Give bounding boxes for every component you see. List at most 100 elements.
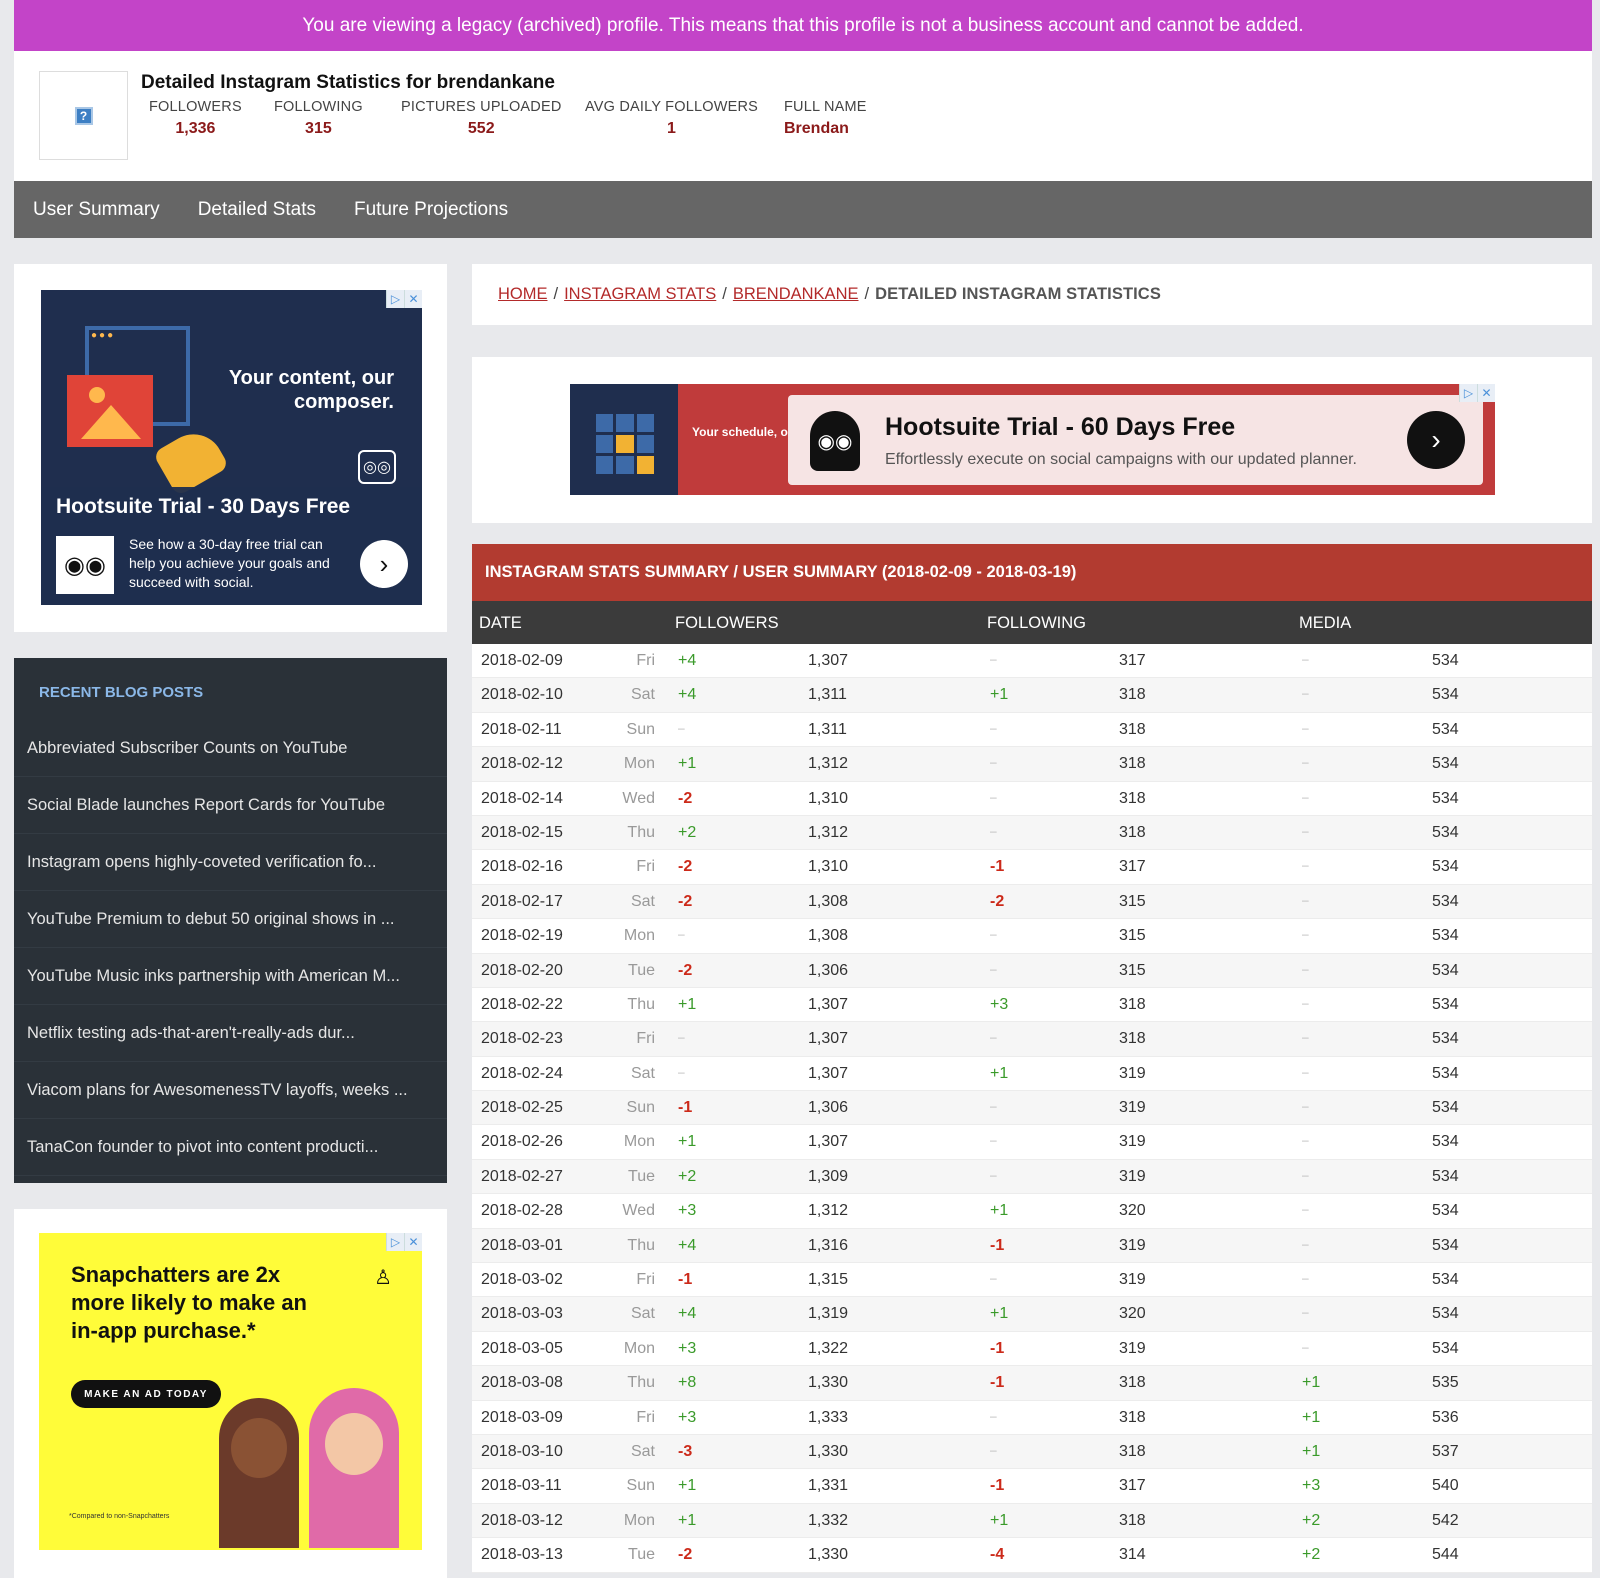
blog-post-link[interactable]: Instagram opens highly-coveted verificat… [14, 834, 447, 891]
ad-cta-button[interactable]: › [1407, 411, 1465, 469]
media-delta: +2 [1302, 1511, 1321, 1529]
following-total: 318 [1119, 1511, 1146, 1529]
following-delta: – [990, 652, 997, 666]
followers-total: 1,330 [808, 1374, 849, 1392]
row-day: Tue [628, 961, 655, 979]
followers-total: 1,307 [808, 652, 849, 669]
followers-total: 1,332 [808, 1511, 849, 1529]
followers-delta: +1 [678, 1477, 697, 1495]
breadcrumb: HOME / INSTAGRAM STATS / BRENDANKANE / D… [472, 264, 1592, 325]
row-date: 2018-02-19 [481, 927, 563, 945]
media-delta: – [1302, 823, 1309, 838]
media-total: 534 [1432, 927, 1459, 945]
blog-post-link[interactable]: YouTube Premium to debut 50 original sho… [14, 891, 447, 948]
breadcrumb-instagram-stats[interactable]: INSTAGRAM STATS [564, 285, 716, 304]
blog-post-link[interactable]: Abbreviated Subscriber Counts on YouTube [14, 720, 447, 777]
owl-logo-icon: ◉◉ [810, 411, 860, 471]
followers-total: 1,310 [808, 858, 849, 876]
media-delta: – [1302, 1133, 1309, 1148]
row-date: 2018-02-24 [481, 1064, 563, 1082]
table-row: 2018-03-02 Fri -1 1,315 – 319 – 534 [472, 1263, 1592, 1298]
nav-user-summary[interactable]: User Summary [33, 199, 160, 221]
hand-illustration [152, 423, 230, 497]
blog-post-link[interactable]: Viacom plans for AwesomenessTV layoffs, … [14, 1062, 447, 1119]
row-date: 2018-02-20 [481, 961, 563, 979]
following-delta: – [990, 1408, 997, 1423]
blog-post-link[interactable]: Social Blade launches Report Cards for Y… [14, 777, 447, 834]
row-date: 2018-02-11 [481, 720, 562, 738]
table-row: 2018-02-25 Sun -1 1,306 – 319 – 534 [472, 1091, 1592, 1126]
row-date: 2018-03-05 [481, 1339, 563, 1357]
make-an-ad-button[interactable]: MAKE AN AD TODAY [71, 1380, 221, 1408]
hootsuite-banner-ad[interactable]: Your schedule, our planner. ◉◉ Hootsuite… [570, 384, 1495, 495]
owl-logo-icon: ◎◎ [358, 450, 396, 484]
row-date: 2018-02-12 [481, 755, 563, 773]
snapchat-ad[interactable]: ▷ ✕ Snapchatters are 2x more likely to ma… [39, 1233, 422, 1550]
following-total: 319 [1119, 1271, 1146, 1289]
following-total: 319 [1119, 1064, 1146, 1082]
following-delta: – [990, 1271, 997, 1286]
table-row: 2018-03-10 Sat -3 1,330 – 318 +1 537 [472, 1434, 1592, 1470]
followers-delta: – [678, 1030, 685, 1045]
table-row: 2018-02-26 Mon +1 1,307 – 319 – 534 [472, 1125, 1592, 1160]
column-header-following: FOLLOWING [987, 614, 1087, 632]
followers-delta: +4 [678, 652, 697, 669]
following-total: 318 [1119, 755, 1146, 773]
hootsuite-ad[interactable]: ▷ ✕ ●●● Your content, our composer. ◎◎ Ho… [41, 290, 422, 605]
row-date: 2018-03-13 [481, 1546, 563, 1564]
following-delta: – [990, 961, 997, 976]
row-day: Tue [628, 1546, 655, 1564]
stat-label: FOLLOWERS [149, 99, 242, 115]
table-row: 2018-03-03 Sat +4 1,319 +1 320 – 534 [472, 1297, 1592, 1332]
ad-choices[interactable]: ▷ ✕ [386, 1233, 422, 1251]
row-day: Thu [627, 995, 655, 1013]
media-delta: – [1302, 892, 1309, 907]
nav-future-projections[interactable]: Future Projections [354, 199, 508, 221]
ad-info-icon[interactable]: ▷ [386, 1233, 404, 1251]
followers-delta: +3 [678, 1408, 697, 1426]
blog-post-link[interactable]: TanaCon founder to pivot into content pr… [14, 1119, 447, 1176]
stat-label: AVG DAILY FOLLOWERS [585, 99, 759, 115]
nav-detailed-stats[interactable]: Detailed Stats [198, 199, 316, 221]
media-delta: +3 [1302, 1477, 1321, 1495]
followers-total: 1,312 [808, 1202, 849, 1220]
table-row: 2018-03-13 Tue -2 1,330 -4 314 +2 544 [472, 1538, 1592, 1573]
row-day: Mon [623, 1339, 655, 1357]
blog-section-title: RECENT BLOG POSTS [39, 684, 204, 701]
breadcrumb-home[interactable]: HOME [498, 285, 548, 304]
ad-close-icon[interactable]: ✕ [404, 1233, 422, 1251]
row-date: 2018-02-15 [481, 823, 563, 841]
followers-delta: +1 [678, 995, 697, 1013]
blog-list: Abbreviated Subscriber Counts on YouTube… [14, 720, 447, 1176]
table-row: 2018-02-14 Wed -2 1,310 – 318 – 534 [472, 781, 1592, 816]
row-day: Fri [636, 1271, 655, 1289]
media-delta: – [1302, 1064, 1309, 1079]
ad-info-icon[interactable]: ▷ [1459, 384, 1477, 402]
breadcrumb-separator: / [553, 285, 559, 303]
blog-post-link[interactable]: Netflix testing ads-that-aren't-really-a… [14, 1005, 447, 1062]
ad-cta-button[interactable]: › [360, 540, 408, 588]
breadcrumb-user[interactable]: BRENDANKANE [733, 285, 859, 304]
following-delta: -1 [990, 1374, 1005, 1392]
blog-post-link[interactable]: YouTube Music inks partnership with Amer… [14, 948, 447, 1005]
media-total: 534 [1432, 858, 1459, 876]
stat-value: 315 [305, 120, 332, 137]
ad-text: See how a 30-day free trial can help you… [129, 536, 330, 590]
followers-delta: -2 [678, 961, 693, 979]
following-delta: – [990, 720, 997, 735]
following-total: 314 [1119, 1546, 1146, 1564]
ad-choices[interactable]: ▷ ✕ [1459, 384, 1495, 402]
following-total: 318 [1119, 995, 1146, 1013]
followers-total: 1,333 [808, 1408, 849, 1426]
ad-close-icon[interactable]: ✕ [404, 290, 422, 308]
media-total: 534 [1432, 1133, 1459, 1151]
row-day: Thu [627, 1236, 655, 1254]
column-header-followers: FOLLOWERS [675, 614, 779, 632]
followers-delta: -1 [678, 1099, 693, 1117]
media-delta: – [1302, 858, 1309, 873]
ad-close-icon[interactable]: ✕ [1477, 384, 1495, 402]
ad-info-icon[interactable]: ▷ [386, 290, 404, 308]
following-total: 318 [1119, 1374, 1146, 1392]
mountain-icon [81, 405, 141, 439]
ad-choices[interactable]: ▷ ✕ [386, 290, 422, 308]
